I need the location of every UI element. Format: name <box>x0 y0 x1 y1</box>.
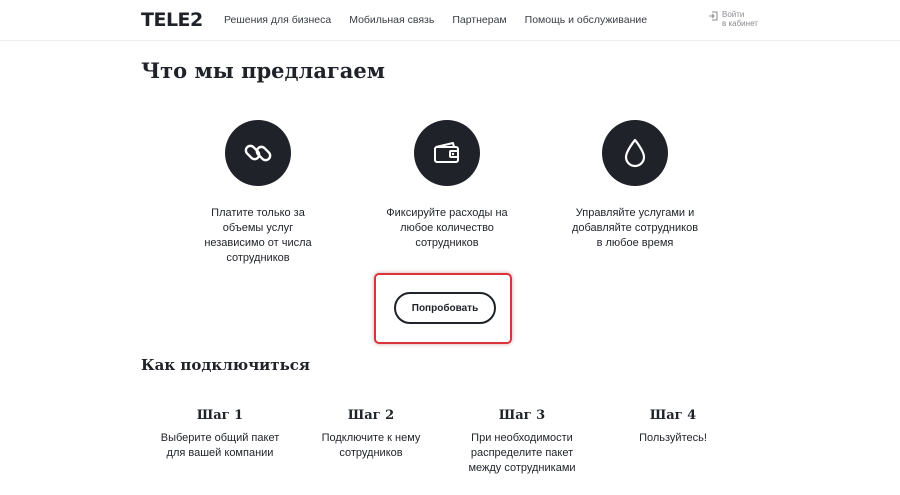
step-3: Шаг 3 При необходимости распределите пак… <box>447 408 597 476</box>
step-text-line: При необходимости <box>471 432 573 444</box>
step-2: Шаг 2 Подключите к нему сотрудников <box>296 408 446 461</box>
site-header: TELE2 Решения для бизнеса Мобильная связ… <box>0 0 900 41</box>
drop-icon <box>624 138 646 168</box>
feature-icon-circle <box>225 120 291 186</box>
feature-text-line: Платите только за <box>211 207 305 219</box>
feature-text-line: Управляйте услугами и <box>575 207 695 219</box>
step-title: Шаг 2 <box>347 408 395 423</box>
step-4: Шаг 4 Пользуйтесь! <box>598 408 748 446</box>
step-text-line: Выберите общий пакет <box>160 432 280 444</box>
feature-text-line: сотрудников <box>415 237 479 249</box>
step-text-line: Пользуйтесь! <box>639 432 707 444</box>
wallet-icon <box>434 142 459 163</box>
login-link[interactable]: Войти в кабинет <box>708 10 762 28</box>
feature-text-line: Фиксируйте расходы на <box>386 207 508 219</box>
step-text-line: сотрудников <box>339 447 403 459</box>
feature-pay-per-use: Платите только за объемы услуг независим… <box>168 120 348 266</box>
step-text-line: распределите пакет <box>470 447 574 459</box>
step-text-line: между сотрудниками <box>468 462 576 474</box>
feature-manage-services: Управляйте услугами и добавляйте сотрудн… <box>545 120 725 251</box>
step-1: Шаг 1 Выберите общий пакет для вашей ком… <box>145 408 295 461</box>
feature-icon-circle <box>602 120 668 186</box>
main-nav: Решения для бизнеса Мобильная связь Парт… <box>224 14 665 26</box>
login-icon <box>709 11 718 21</box>
login-label: Войти <box>722 10 745 19</box>
page-title: Что мы предлагаем <box>141 58 386 83</box>
feature-text-line: в любое время <box>596 237 674 249</box>
step-title: Шаг 4 <box>649 408 697 423</box>
nav-help[interactable]: Помощь и обслуживание <box>525 14 647 26</box>
tele2-logo[interactable]: TELE2 <box>141 9 203 31</box>
step-title: Шаг 3 <box>498 408 546 423</box>
step-text-line: Подключите к нему <box>321 432 421 444</box>
feature-text-line: сотрудников <box>226 252 290 264</box>
how-to-connect-title: Как подключиться <box>141 356 310 374</box>
feature-text-line: добавляйте сотрудников <box>571 222 699 234</box>
chain-link-icon <box>244 144 272 162</box>
login-sublabel: в кабинет <box>722 19 758 28</box>
feature-fixed-costs: Фиксируйте расходы на любое количество с… <box>357 120 537 251</box>
nav-partners[interactable]: Партнерам <box>452 14 506 26</box>
try-button[interactable]: Попробовать <box>394 292 496 324</box>
feature-text-line: любое количество <box>400 222 494 234</box>
feature-text-line: независимо от числа <box>204 237 312 249</box>
nav-business-solutions[interactable]: Решения для бизнеса <box>224 14 331 26</box>
step-title: Шаг 1 <box>196 408 244 423</box>
nav-mobile[interactable]: Мобильная связь <box>349 14 434 26</box>
feature-icon-circle <box>414 120 480 186</box>
feature-text-line: объемы услуг <box>222 222 294 234</box>
step-text-line: для вашей компании <box>166 447 274 459</box>
